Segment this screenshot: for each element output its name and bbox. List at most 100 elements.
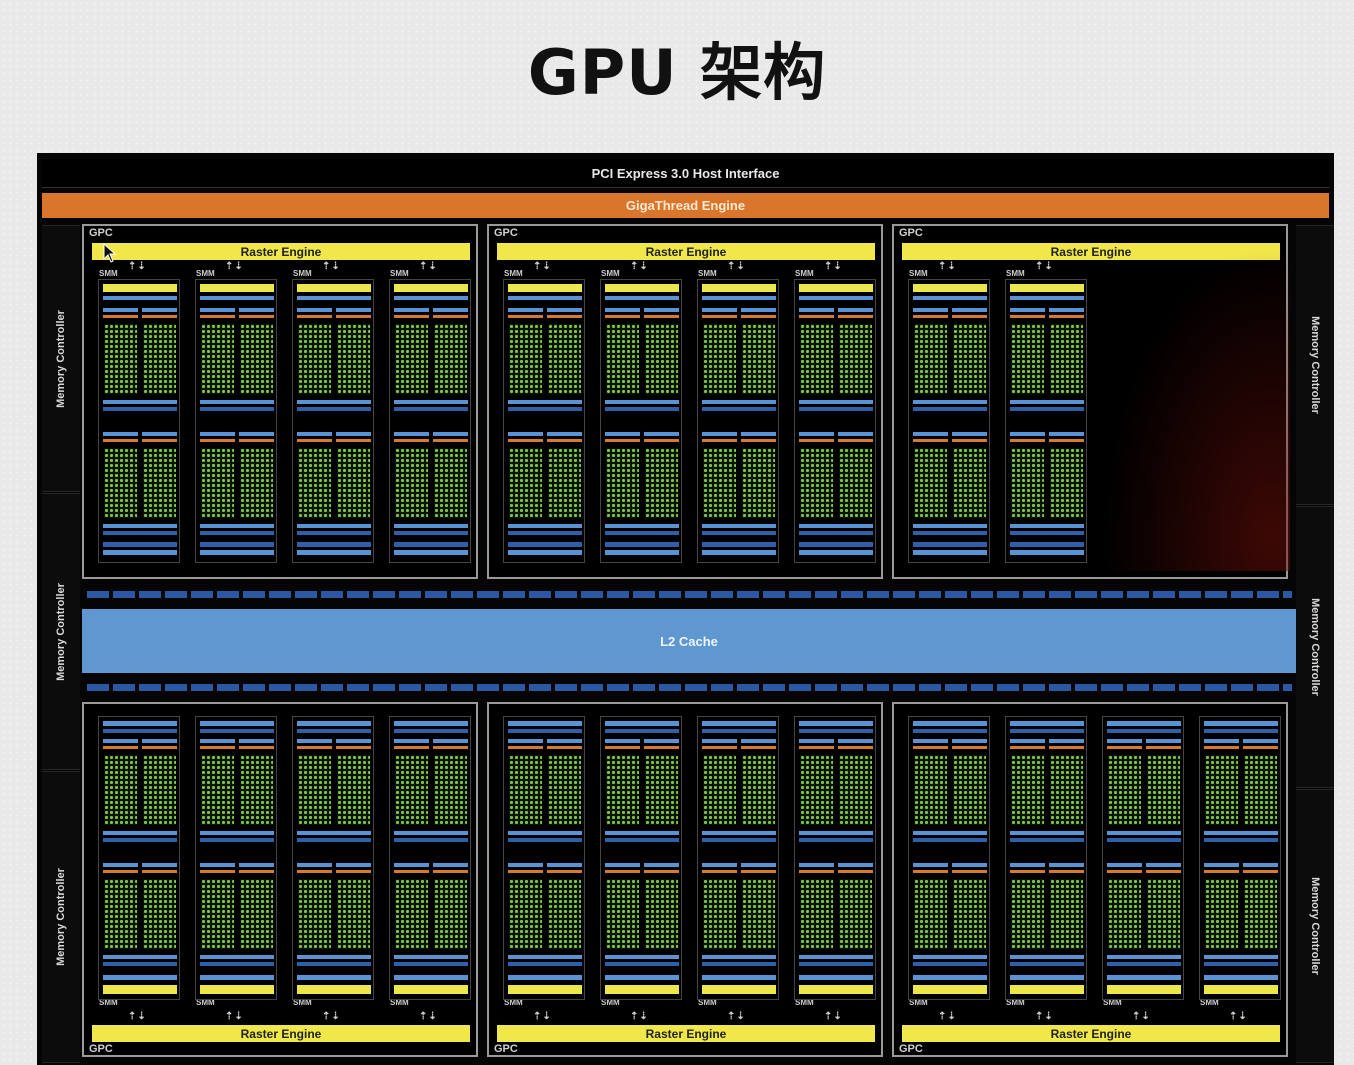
- warp-scheduler: [142, 308, 177, 312]
- dispatch-unit: [605, 870, 640, 873]
- dispatch-unit: [1107, 870, 1142, 873]
- dispatch-unit: [239, 439, 274, 442]
- instruction-buffer: [508, 296, 582, 300]
- dispatch-unit: [1146, 746, 1181, 749]
- smm-body: [908, 716, 990, 1000]
- warp-scheduler: [547, 863, 582, 867]
- warp-scheduler: [336, 863, 371, 867]
- sfu-bar: [103, 407, 177, 411]
- warp-scheduler: [142, 739, 177, 743]
- load-store-bar: [913, 831, 987, 835]
- dispatch-unit: [1243, 746, 1278, 749]
- load-store-bar: [913, 400, 987, 404]
- shared-memory: [702, 975, 776, 980]
- instruction-cache: [297, 284, 371, 292]
- load-store-bar: [508, 400, 582, 404]
- sfu-bar: [702, 838, 776, 842]
- cuda-core-grid: [606, 879, 639, 949]
- warp-scheduler: [103, 863, 138, 867]
- warp-scheduler: [394, 432, 429, 436]
- dispatch-unit: [297, 870, 332, 873]
- warp-scheduler: [1049, 308, 1084, 312]
- l2-connector-bottom: [87, 684, 1292, 691]
- cuda-core-grid: [298, 879, 331, 949]
- smm-body: [389, 279, 471, 563]
- warp-scheduler: [605, 308, 640, 312]
- cuda-core-grid: [606, 448, 639, 518]
- raster-engine: Raster Engine: [497, 243, 875, 260]
- load-store-bar: [799, 831, 873, 835]
- cuda-core-grid: [953, 324, 986, 394]
- instruction-buffer: [1010, 721, 1084, 726]
- warp-scheduler: [702, 739, 737, 743]
- instruction-cache: [200, 284, 274, 292]
- register-bar: [1010, 729, 1084, 733]
- dispatch-unit: [702, 870, 737, 873]
- sfu-bar: [394, 838, 468, 842]
- shared-memory: [605, 550, 679, 555]
- load-store-bar: [103, 955, 177, 959]
- dispatch-unit: [394, 870, 429, 873]
- warp-scheduler: [913, 432, 948, 436]
- shared-memory: [1010, 975, 1084, 980]
- shared-memory: [200, 975, 274, 980]
- dispatch-unit: [702, 315, 737, 318]
- smm-body: [1005, 279, 1087, 563]
- cuda-core-grid: [1205, 879, 1238, 949]
- smm-unit: SMM: [1102, 716, 1184, 1012]
- texture-unit: [1010, 542, 1084, 547]
- texture-cache: [799, 985, 873, 994]
- arrow-pair-icon: ⇡⇣: [128, 261, 147, 272]
- warp-scheduler: [336, 739, 371, 743]
- dispatch-unit: [200, 315, 235, 318]
- smm-body: [1005, 716, 1087, 1000]
- warp-scheduler: [838, 308, 873, 312]
- instruction-buffer: [605, 296, 679, 300]
- warp-scheduler: [297, 308, 332, 312]
- warp-scheduler: [952, 739, 987, 743]
- warp-scheduler: [838, 432, 873, 436]
- smm-unit: SMM: [1005, 716, 1087, 1012]
- dispatch-unit: [952, 439, 987, 442]
- cuda-core-grid: [337, 448, 370, 518]
- warp-scheduler: [433, 739, 468, 743]
- sfu-bar: [799, 838, 873, 842]
- gpc-label: GPC: [494, 1043, 518, 1055]
- cuda-core-grid: [645, 324, 678, 394]
- smm-body: [503, 716, 585, 1000]
- instruction-buffer: [1010, 296, 1084, 300]
- register-bar: [394, 729, 468, 733]
- shared-memory: [799, 550, 873, 555]
- texture-unit: [297, 542, 371, 547]
- dispatch-unit: [1010, 746, 1045, 749]
- instruction-buffer: [913, 296, 987, 300]
- smm-body: [794, 716, 876, 1000]
- load-store-bar: [702, 955, 776, 959]
- cuda-core-grid: [298, 448, 331, 518]
- cuda-core-grid: [1108, 755, 1141, 825]
- l2-connector-top: [87, 591, 1292, 598]
- shared-memory: [605, 975, 679, 980]
- smm-label: SMM: [99, 269, 118, 278]
- dispatch-unit: [297, 439, 332, 442]
- load-store-bar: [103, 524, 177, 528]
- dispatch-unit: [702, 439, 737, 442]
- load-store-bar: [799, 524, 873, 528]
- warp-scheduler: [913, 308, 948, 312]
- load-store-bar: [702, 831, 776, 835]
- sfu-bar: [1010, 531, 1084, 535]
- cuda-core-grid: [606, 755, 639, 825]
- dispatch-unit: [605, 315, 640, 318]
- cuda-core-grid: [953, 879, 986, 949]
- instruction-buffer: [394, 296, 468, 300]
- sfu-bar: [1204, 962, 1278, 966]
- sfu-bar: [799, 531, 873, 535]
- cuda-core-grid: [143, 879, 176, 949]
- load-store-bar: [103, 400, 177, 404]
- sfu-bar: [297, 531, 371, 535]
- warp-scheduler: [239, 308, 274, 312]
- dispatch-unit: [239, 746, 274, 749]
- memory-controller-label: Memory Controller: [1309, 316, 1321, 414]
- register-bar: [508, 729, 582, 733]
- dispatch-unit: [508, 315, 543, 318]
